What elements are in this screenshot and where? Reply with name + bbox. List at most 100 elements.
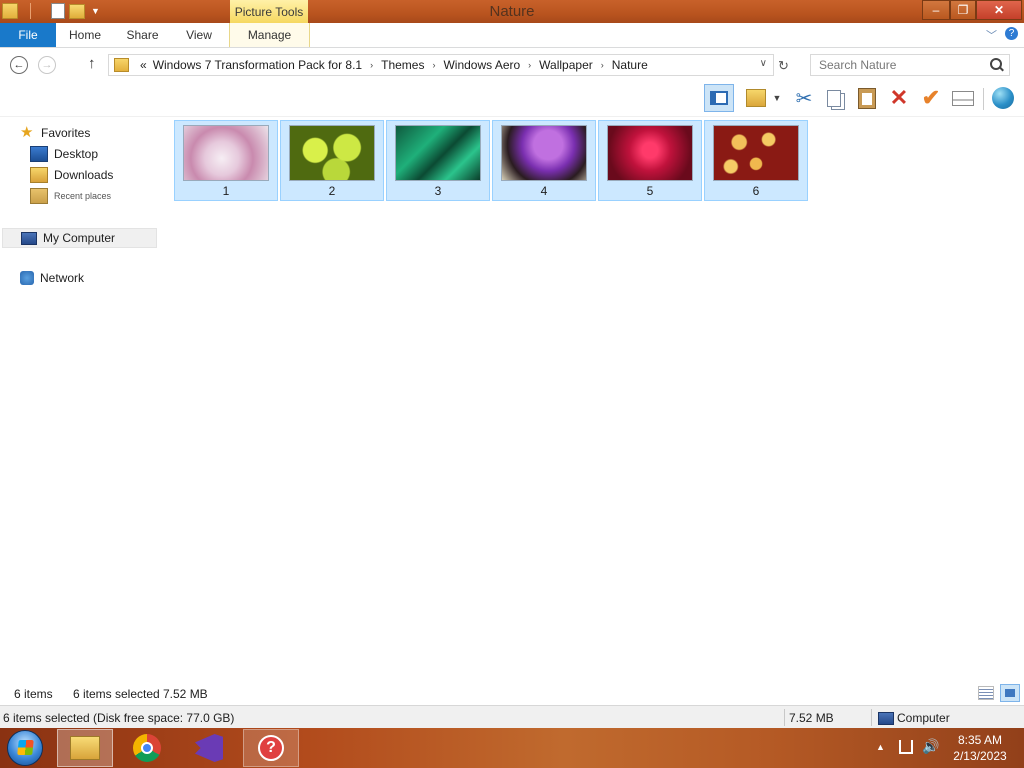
computer-icon [21,231,37,245]
tab-share[interactable]: Share [114,23,171,47]
nav-item-favorites[interactable]: ★ Favorites [20,125,90,141]
image-preview [501,125,587,181]
properties-button[interactable] [951,86,975,110]
help-icon[interactable]: ? [1005,27,1018,40]
details-view-icon[interactable] [978,686,994,700]
breadcrumb-separator[interactable]: › [523,60,536,70]
image-preview [607,125,693,181]
minimize-button[interactable]: – [922,0,950,20]
image-preview [289,125,375,181]
breadcrumb-item[interactable]: Nature [609,58,651,72]
folder-options-button[interactable] [744,86,768,110]
maximize-button[interactable]: ❐ [950,0,976,20]
selected-size-status: 7.52 MB [789,711,834,725]
disk-space-status: 6 items selected (Disk free space: 77.0 … [3,711,235,725]
breadcrumb-separator[interactable]: › [427,60,440,70]
taskbar-chrome[interactable] [119,729,175,767]
file-thumbnail[interactable]: 4 [492,120,596,201]
breadcrumb-separator[interactable]: › [365,60,378,70]
search-input[interactable]: Search Nature [810,54,1010,76]
breadcrumb-item[interactable]: Themes [378,58,427,72]
file-thumbnail[interactable]: 5 [598,120,702,201]
taskbar-visual-studio[interactable] [181,729,237,767]
chrome-icon [133,734,161,762]
tab-home[interactable]: Home [56,23,114,47]
nav-item-downloads[interactable]: Downloads [30,167,113,183]
copy-icon [827,89,841,107]
refresh-icon[interactable]: ↻ [778,58,789,74]
folder-options-dropdown-icon[interactable]: ▼ [770,86,784,110]
clock-date[interactable]: 2/13/2023 [944,749,1016,763]
network-tray-icon[interactable] [899,740,913,754]
image-preview [713,125,799,181]
nav-item-label: Downloads [54,168,114,182]
command-toolbar: ▼ ✂ ✕ ✔ [0,82,1024,117]
nav-item-my-computer[interactable]: My Computer [2,228,157,248]
breadcrumb-item[interactable]: Windows 7 Transformation Pack for 8.1 [150,58,365,72]
paste-button[interactable] [855,86,879,110]
file-thumbnail[interactable]: 1 [174,120,278,201]
new-folder-icon[interactable] [69,3,85,19]
properties-icon[interactable] [51,3,65,19]
layout-pane-button[interactable] [704,84,734,112]
nav-item-label: Favorites [41,126,91,140]
status-separator [871,709,872,726]
nav-item-network[interactable]: Network [20,271,84,285]
globe-icon [992,87,1014,109]
window-title: Nature [489,3,535,20]
back-button[interactable]: ← [10,56,28,74]
file-name: 5 [646,184,654,198]
taskbar-file-explorer[interactable] [57,729,113,767]
item-count: 6 items [14,687,53,701]
toolbar-separator [983,88,984,110]
file-name: 4 [540,184,548,198]
search-icon[interactable] [990,58,1002,70]
nav-item-label: Network [40,271,85,285]
location-status: Computer [897,711,950,725]
clock-time[interactable]: 8:35 AM [944,733,1016,747]
breadcrumb-item[interactable]: Wallpaper [536,58,596,72]
nav-item-recent-places[interactable]: Recent places [30,188,111,204]
volume-icon[interactable]: 🔊 [922,738,939,755]
taskbar: ? ▲ 🔊 8:35 AM 2/13/2023 [0,728,1024,768]
file-thumbnail[interactable]: 3 [386,120,490,201]
breadcrumb-overflow[interactable]: « [137,58,150,72]
up-one-level-button[interactable]: ↑ [88,55,96,72]
file-name: 2 [328,184,336,198]
status-separator [784,709,785,726]
expand-ribbon-chevron-icon[interactable]: ﹀ [986,27,997,43]
internet-button[interactable] [991,86,1015,110]
file-thumbnail[interactable]: 2 [280,120,384,201]
tab-manage[interactable]: Manage [229,23,310,47]
file-name: 1 [222,184,230,198]
forward-button[interactable]: → [38,56,56,74]
customize-qat-dropdown-icon[interactable]: ▼ [91,6,100,16]
close-button[interactable]: ✕ [976,0,1022,20]
network-icon [20,271,34,285]
taskbar-help-and-support[interactable]: ? [243,729,299,767]
address-history-dropdown-icon[interactable]: ∨ [760,58,767,69]
delete-button[interactable]: ✕ [887,85,911,110]
start-button[interactable] [7,730,43,766]
address-bar[interactable]: « Windows 7 Transformation Pack for 8.1 … [108,54,774,76]
large-icons-view-icon[interactable] [1000,684,1020,702]
nav-item-desktop[interactable]: Desktop [30,146,98,162]
copy-button[interactable] [822,86,846,110]
star-icon: ★ [20,124,34,141]
properties-icon [952,90,974,106]
file-list-area[interactable]: 1 2 3 4 5 6 [160,117,1024,683]
tab-view[interactable]: View [171,23,227,47]
breadcrumb-separator[interactable]: › [596,60,609,70]
paste-icon [858,87,876,109]
breadcrumb-item[interactable]: Windows Aero [440,58,523,72]
tab-file[interactable]: File [0,23,56,47]
file-thumbnail[interactable]: 6 [704,120,808,201]
cut-button[interactable]: ✂ [792,86,816,110]
file-name: 6 [752,184,760,198]
help-support-icon: ? [258,735,284,761]
show-hidden-icons-chevron-icon[interactable]: ▲ [876,742,885,752]
nav-item-label: Desktop [54,147,99,161]
folder-icon[interactable] [2,3,18,19]
rename-check-button[interactable]: ✔ [919,85,943,110]
visual-studio-icon [195,734,223,762]
